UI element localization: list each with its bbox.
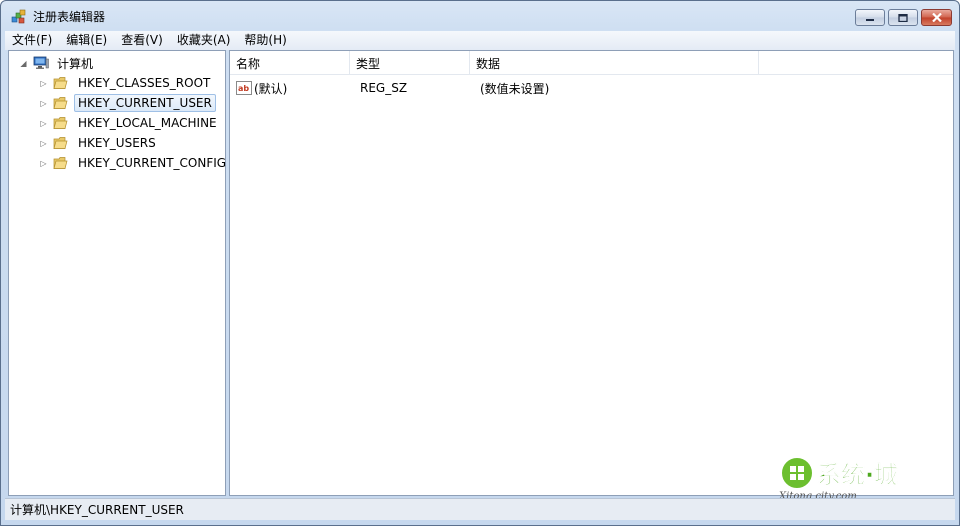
tree-label-hku: HKEY_USERS — [78, 136, 156, 150]
registry-tree-pane[interactable]: ◢ 计算机 ▷ HKEY_CLASSES_ROOT ▷ HKEY_CURRENT… — [8, 50, 226, 496]
tree-label-hkcr: HKEY_CLASSES_ROOT — [78, 76, 211, 90]
collapsed-arrow-icon[interactable]: ▷ — [39, 99, 48, 108]
collapsed-arrow-icon[interactable]: ▷ — [39, 139, 48, 148]
collapsed-arrow-icon[interactable]: ▷ — [39, 159, 48, 168]
maximize-icon — [898, 13, 908, 22]
expanded-arrow-icon[interactable]: ◢ — [19, 59, 28, 68]
tree-label-hkcc: HKEY_CURRENT_CONFIG — [78, 156, 227, 170]
folder-icon — [53, 77, 68, 89]
column-header-type[interactable]: 类型 — [350, 51, 470, 75]
computer-icon — [33, 56, 49, 69]
registry-values-pane[interactable]: 名称 类型 数据 ab (默认) REG_SZ (数值未设置) — [229, 50, 954, 496]
tree-item-hku[interactable]: ▷ HKEY_USERS — [39, 133, 160, 153]
maximize-button[interactable] — [888, 9, 918, 26]
svg-text:ab: ab — [238, 84, 249, 93]
menu-help[interactable]: 帮助(H) — [237, 31, 293, 50]
tree-item-hkcu[interactable]: ▷ HKEY_CURRENT_USER — [39, 93, 216, 113]
registry-app-icon — [11, 9, 26, 23]
folder-icon — [53, 117, 68, 129]
menu-view[interactable]: 查看(V) — [114, 31, 170, 50]
menu-favorites[interactable]: 收藏夹(A) — [170, 31, 238, 50]
tree-item-computer[interactable]: ◢ 计算机 — [19, 53, 97, 73]
value-data: (数值未设置) — [480, 81, 550, 96]
column-header-name[interactable]: 名称 — [230, 51, 350, 75]
tree-label-computer: 计算机 — [57, 56, 94, 71]
column-header-data[interactable]: 数据 — [470, 51, 759, 75]
collapsed-arrow-icon[interactable]: ▷ — [39, 119, 48, 128]
menu-file[interactable]: 文件(F) — [5, 31, 59, 50]
menu-bar: 文件(F) 编辑(E) 查看(V) 收藏夹(A) 帮助(H) — [5, 31, 955, 50]
tree-item-hklm[interactable]: ▷ HKEY_LOCAL_MACHINE — [39, 113, 221, 133]
title-bar[interactable]: 注册表编辑器 — [1, 1, 959, 31]
tree-label-hkcu: HKEY_CURRENT_USER — [74, 94, 216, 112]
tree-label-hklm: HKEY_LOCAL_MACHINE — [78, 116, 217, 130]
string-value-icon: ab — [236, 81, 252, 95]
collapsed-arrow-icon[interactable]: ▷ — [39, 79, 48, 88]
value-name: (默认) — [254, 81, 288, 96]
folder-icon — [53, 97, 68, 109]
status-path: 计算机\HKEY_CURRENT_USER — [10, 503, 184, 517]
list-header: 名称 类型 数据 — [230, 51, 953, 75]
window-controls — [855, 9, 952, 26]
menu-edit[interactable]: 编辑(E) — [59, 31, 114, 50]
close-button[interactable] — [921, 9, 952, 26]
registry-editor-window: 注册表编辑器 文件(F) 编辑(E) 查看(V) 收藏夹(A) 帮助(H) ◢ — [0, 0, 960, 526]
close-icon — [931, 13, 942, 22]
tree-item-hkcr[interactable]: ▷ HKEY_CLASSES_ROOT — [39, 73, 214, 93]
list-row[interactable]: ab (默认) REG_SZ (数值未设置) — [230, 78, 549, 98]
tree-item-hkcc[interactable]: ▷ HKEY_CURRENT_CONFIG — [39, 153, 230, 173]
folder-icon — [53, 157, 68, 169]
status-bar: 计算机\HKEY_CURRENT_USER — [5, 498, 955, 520]
value-type: REG_SZ — [360, 81, 408, 95]
window-title: 注册表编辑器 — [33, 9, 106, 24]
minimize-button[interactable] — [855, 9, 885, 26]
minimize-icon — [866, 18, 874, 21]
folder-icon — [53, 137, 68, 149]
